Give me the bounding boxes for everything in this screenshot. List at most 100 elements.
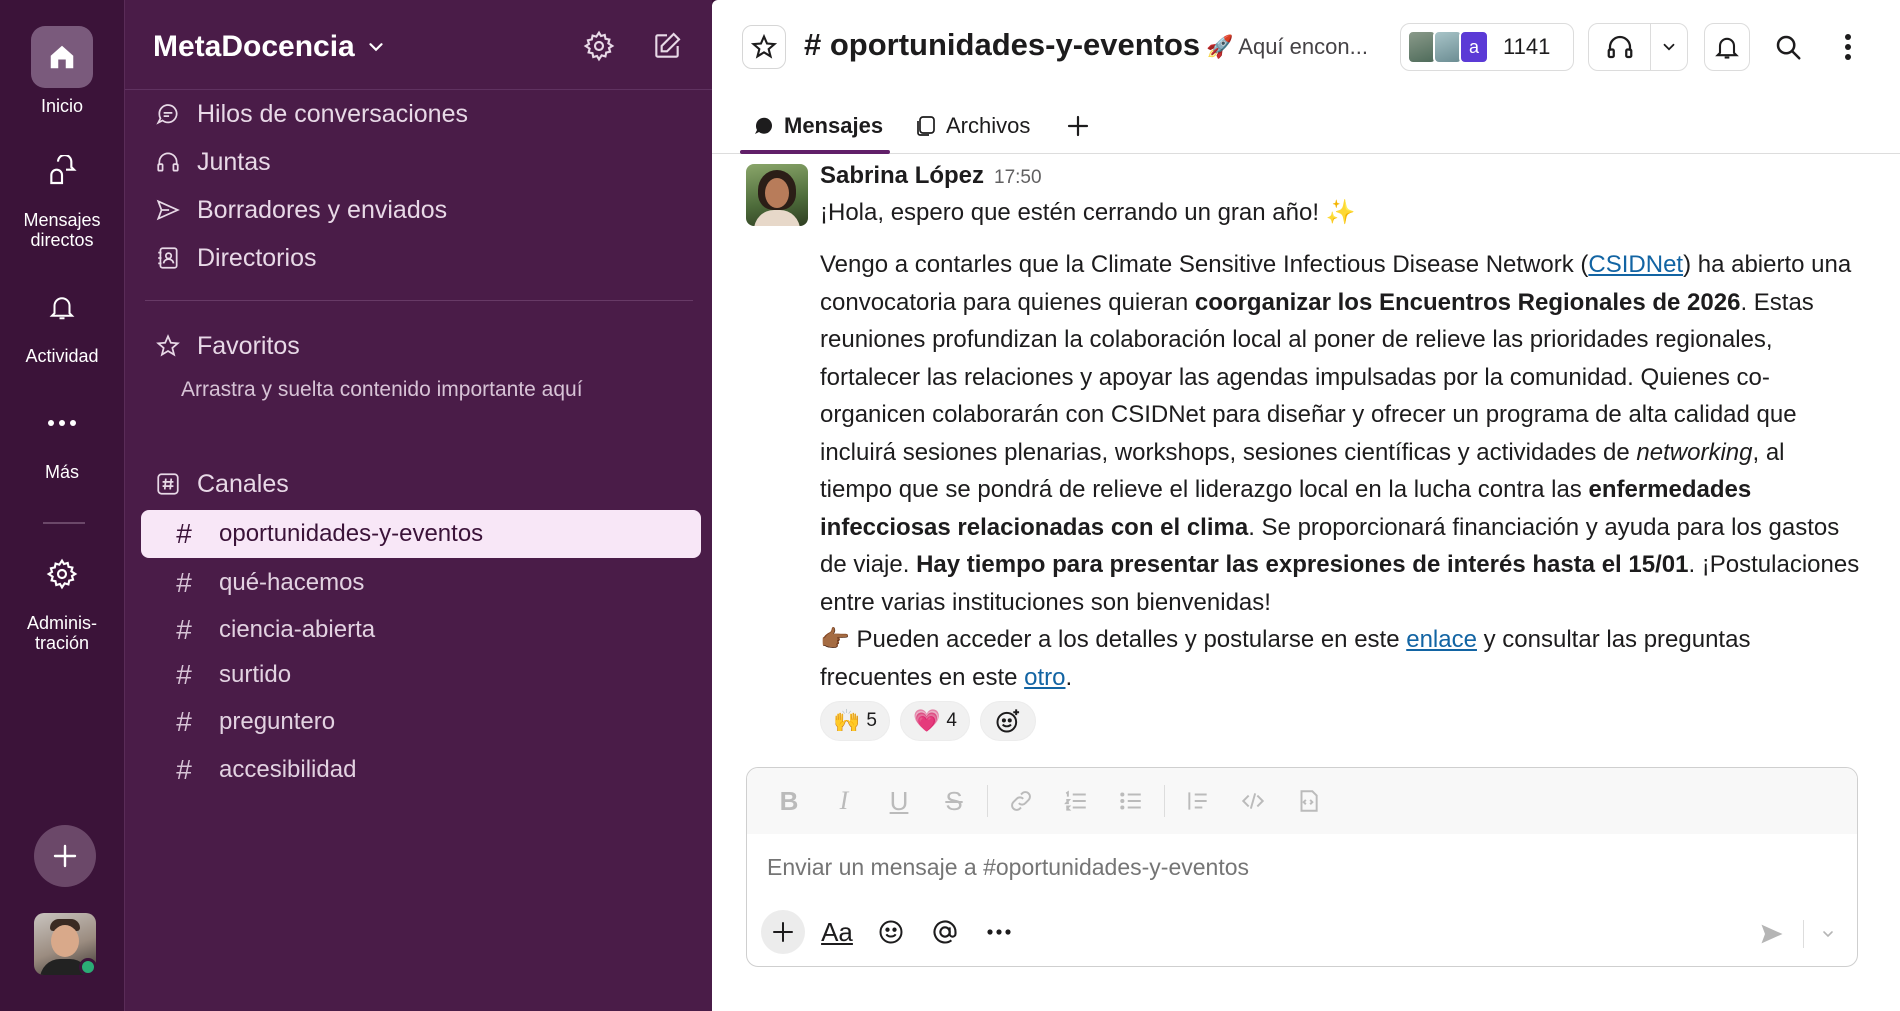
rail-dms-button[interactable]: Mensajes directos — [0, 140, 124, 250]
channel-label: accesibilidad — [219, 756, 357, 783]
code-icon[interactable] — [1231, 781, 1275, 821]
gear-icon — [31, 543, 93, 605]
channel-title[interactable]: # oportunidades-y-eventos — [804, 27, 1200, 63]
nav-huddles[interactable]: Juntas — [153, 144, 271, 180]
faq-link[interactable]: otro — [1024, 664, 1065, 691]
star-channel-button[interactable] — [742, 25, 786, 69]
huddle-button[interactable] — [1589, 24, 1651, 70]
rail-activity-label: Actividad — [25, 346, 99, 366]
message-bold-text: Hay tiempo para presentar las expresione… — [916, 551, 1689, 578]
nav-threads[interactable]: Hilos de conversaciones — [153, 96, 468, 132]
message-author-avatar[interactable] — [746, 164, 808, 226]
emoji-icon[interactable] — [869, 910, 913, 954]
add-reaction-button[interactable] — [979, 701, 1036, 741]
direct-messages-icon — [31, 140, 93, 202]
search-button[interactable] — [1766, 25, 1810, 69]
hash-icon: # — [176, 754, 192, 785]
send-divider — [1803, 920, 1804, 948]
tab-files-label: Archivos — [946, 113, 1031, 138]
channel-item-que-hacemos[interactable]: # qué-hacemos — [141, 559, 701, 607]
reaction-emoji: 🙌 — [833, 708, 861, 733]
members-button[interactable]: a 1141 — [1400, 23, 1574, 71]
notifications-button[interactable] — [1704, 23, 1750, 71]
link-icon[interactable] — [999, 781, 1043, 821]
rail-admin-label-2: tración — [34, 633, 90, 653]
message-text: . — [1065, 663, 1073, 691]
compose-icon[interactable] — [651, 30, 683, 67]
bulleted-list-icon[interactable] — [1109, 781, 1153, 821]
send-button[interactable] — [1747, 914, 1797, 954]
headphones-icon — [1607, 35, 1632, 59]
channel-item-accesibilidad[interactable]: # accesibilidad — [141, 746, 701, 794]
directory-icon — [153, 245, 183, 271]
reaction-heart[interactable]: 💗 4 — [899, 701, 970, 741]
details-link[interactable]: enlace — [1406, 626, 1477, 653]
underline-icon[interactable]: U — [877, 781, 921, 821]
rail-divider — [43, 522, 85, 524]
section-favorites[interactable]: Favoritos — [153, 328, 300, 364]
rail-more-button[interactable]: Más — [0, 392, 124, 482]
channel-item-preguntero[interactable]: # preguntero — [141, 698, 701, 746]
formatting-toggle-icon[interactable]: Aa — [815, 910, 859, 954]
huddle-options-button[interactable] — [1651, 24, 1687, 70]
channel-item-ciencia-abierta[interactable]: # ciencia-abierta — [141, 606, 701, 654]
add-workspace-button[interactable] — [34, 825, 96, 887]
chevron-down-icon[interactable] — [365, 36, 387, 63]
attach-plus-icon[interactable] — [761, 910, 805, 954]
add-tab-button[interactable] — [1064, 98, 1092, 154]
channel-item-surtido[interactable]: # surtido — [141, 651, 701, 699]
active-tab-indicator — [740, 150, 890, 154]
channel-sidebar: MetaDocencia Hilos de conversaciones Jun… — [124, 0, 713, 1011]
csidnet-link[interactable]: CSIDNet — [1588, 251, 1683, 278]
message-italic-text: networking — [1636, 438, 1753, 466]
more-options-button[interactable] — [1826, 25, 1870, 69]
tab-files[interactable]: Archivos — [914, 98, 1030, 154]
nav-threads-label: Hilos de conversaciones — [197, 99, 468, 128]
reaction-emoji: 💗 — [912, 708, 941, 733]
blockquote-icon[interactable] — [1176, 781, 1220, 821]
tab-messages[interactable]: Mensajes — [752, 98, 883, 154]
toolbar-divider — [987, 785, 988, 817]
message-body: Vengo a contarles que la Climate Sensiti… — [820, 246, 1860, 696]
channel-item-oportunidades[interactable]: # oportunidades-y-eventos — [141, 510, 701, 558]
star-icon — [153, 333, 183, 359]
message-timestamp[interactable]: 17:50 — [994, 167, 1042, 189]
ordered-list-icon[interactable] — [1054, 781, 1098, 821]
slack-app: Inicio Mensajes directos Actividad Más A… — [0, 0, 1900, 1011]
star-icon — [750, 33, 778, 59]
rail-admin-button[interactable]: Adminis- tración — [0, 543, 124, 653]
message-author[interactable]: Sabrina López — [820, 162, 984, 190]
workspace-name[interactable]: MetaDocencia — [153, 30, 355, 64]
channel-label: oportunidades-y-eventos — [219, 520, 484, 547]
section-channels[interactable]: Canales — [153, 466, 289, 502]
bell-icon — [31, 276, 93, 338]
mention-icon[interactable] — [923, 910, 967, 954]
huddle-button-group — [1588, 23, 1688, 71]
composer-tools: Aa — [761, 910, 1031, 954]
reactions-bar: 🙌 5 💗 4 — [820, 701, 1046, 741]
rail-activity-button[interactable]: Actividad — [0, 276, 124, 366]
rail-home-button[interactable]: Inicio — [0, 26, 124, 116]
reaction-raised-hands[interactable]: 🙌 5 — [820, 701, 890, 741]
channel-label: preguntero — [219, 708, 336, 735]
nav-directories[interactable]: Directorios — [153, 240, 316, 276]
bold-icon[interactable]: B — [767, 781, 811, 821]
code-block-icon[interactable] — [1286, 781, 1330, 821]
hash-icon: # — [176, 614, 192, 645]
rail-dms-label-2: directos — [30, 230, 94, 250]
strikethrough-icon[interactable]: S — [932, 781, 976, 821]
tab-messages-label: Mensajes — [784, 113, 884, 138]
message-greeting: ¡Hola, espero que estén cerrando un gran… — [820, 199, 1356, 226]
threads-icon — [153, 101, 183, 127]
reaction-count: 5 — [866, 710, 877, 731]
message-input[interactable] — [767, 854, 1837, 881]
send-options-button[interactable] — [1810, 914, 1846, 954]
settings-gear-icon[interactable] — [583, 30, 615, 67]
hash-icon: # — [176, 659, 192, 690]
nav-drafts[interactable]: Borradores y enviados — [153, 192, 447, 228]
files-icon — [914, 114, 938, 138]
channel-label: surtido — [219, 661, 292, 688]
more-actions-icon[interactable] — [977, 910, 1021, 954]
italic-icon[interactable]: I — [822, 781, 866, 821]
channel-topic[interactable]: 🚀 Aquí encon... — [1206, 34, 1368, 60]
